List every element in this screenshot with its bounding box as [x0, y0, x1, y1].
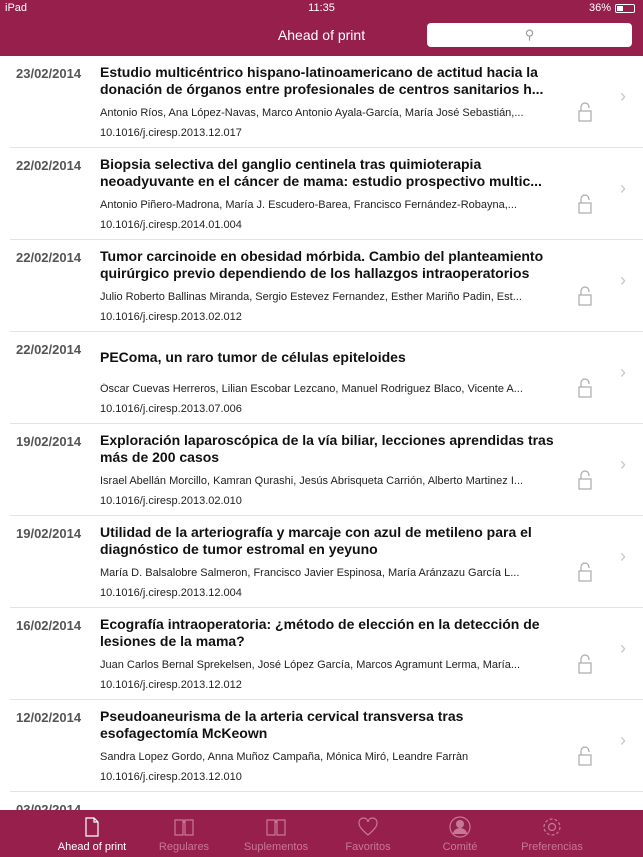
- article-title: Ecografía intraoperatoria: ¿método de el…: [100, 616, 540, 649]
- article-authors: Antonio Piñero-Madrona, María J. Escuder…: [100, 198, 517, 211]
- battery-status: 36%: [589, 2, 635, 14]
- unlocked-icon: [578, 654, 592, 674]
- unlocked-icon: [578, 102, 592, 122]
- article-title: PEComa, un raro tumor de células epitelo…: [100, 348, 406, 365]
- chevron-right-icon: ›: [620, 178, 626, 198]
- article-row[interactable]: 22/02/2014 PEComa, un raro tumor de célu…: [10, 332, 643, 424]
- search-icon: ⚲: [524, 27, 535, 42]
- nav-bar: Ahead of print ⚲: [0, 16, 643, 56]
- article-row[interactable]: 19/02/2014 Utilidad de la arteriografía …: [10, 516, 643, 608]
- chevron-right-icon: ›: [620, 454, 626, 474]
- article-doi: 10.1016/j.ciresp.2014.01.004: [100, 219, 242, 231]
- tab-suplementos[interactable]: Suplementos: [230, 810, 322, 857]
- article-date: 03/02/2014: [16, 802, 82, 810]
- article-list[interactable]: 23/02/2014 Estudio multicéntrico hispano…: [0, 56, 643, 810]
- battery-percent: 36%: [588, 2, 611, 14]
- article-row[interactable]: 16/02/2014 Ecografía intraoperatoria: ¿m…: [10, 608, 643, 700]
- unlocked-icon: [578, 746, 592, 766]
- article-date: 22/02/2014: [16, 250, 82, 265]
- chevron-right-icon: ›: [620, 86, 626, 106]
- article-row[interactable]: 12/02/2014 Pseudoaneurisma de la arteria…: [10, 700, 643, 792]
- book-icon: [174, 819, 194, 836]
- article-doi: 10.1016/j.ciresp.2013.12.012: [100, 679, 242, 691]
- article-authors: Antonio Ríos, Ana López-Navas, Marco Ant…: [100, 106, 524, 119]
- unlocked-icon: [578, 194, 592, 214]
- article-authors: Juan Carlos Bernal Sprekelsen, José Lópe…: [100, 658, 521, 671]
- article-date: 12/02/2014: [16, 710, 82, 725]
- tab-regulares[interactable]: Regulares: [138, 810, 230, 857]
- person-icon: [449, 816, 471, 838]
- article-row[interactable]: 23/02/2014 Estudio multicéntrico hispano…: [10, 56, 643, 148]
- tab-label: Favoritos: [345, 841, 391, 853]
- article-title: Tumor carcinoide en obesidad mórbida. Ca…: [100, 248, 544, 281]
- article-date: 19/02/2014: [16, 526, 82, 541]
- document-icon: [85, 817, 99, 837]
- unlocked-icon: [578, 562, 592, 582]
- article-doi: 10.1016/j.ciresp.2013.07.006: [100, 403, 242, 415]
- chevron-right-icon: ›: [620, 638, 626, 658]
- article-row[interactable]: 22/02/2014 Biopsia selectiva del ganglio…: [10, 148, 643, 240]
- search-input[interactable]: ⚲: [427, 23, 632, 47]
- article-date: 19/02/2014: [16, 434, 82, 449]
- article-date: 23/02/2014: [16, 66, 82, 81]
- article-doi: 10.1016/j.ciresp.2013.12.004: [100, 587, 242, 599]
- article-row[interactable]: 19/02/2014 Exploración laparoscópica de …: [10, 424, 643, 516]
- article-date: 16/02/2014: [16, 618, 82, 633]
- unlocked-icon: [578, 286, 592, 306]
- tab-comit-[interactable]: Comité: [414, 810, 506, 857]
- article-authors: Julio Roberto Ballinas Miranda, Sergio E…: [100, 290, 522, 303]
- clock: 11:35: [308, 2, 335, 14]
- tab-ahead-of-print[interactable]: Ahead of print: [46, 810, 138, 857]
- article-title: Síndrome de hipoglucemia por hiperinsuli…: [100, 800, 560, 811]
- article-title: Utilidad de la arteriografía y marcaje c…: [100, 524, 532, 557]
- article-title: Pseudoaneurisma de la arteria cervical t…: [100, 708, 464, 741]
- article-doi: 10.1016/j.ciresp.2013.02.012: [100, 311, 242, 323]
- battery-icon: [615, 3, 635, 13]
- tab-bar: Ahead of print Regulares Suplementos Favori…: [0, 810, 643, 857]
- tab-favoritos[interactable]: Favoritos: [322, 810, 414, 857]
- article-authors: Óscar Cuevas Herreros, Lilian Escobar Le…: [100, 382, 523, 395]
- article-date: 22/02/2014: [16, 158, 82, 173]
- article-doi: 10.1016/j.ciresp.2013.12.010: [100, 771, 242, 783]
- article-doi: 10.1016/j.ciresp.2013.12.017: [100, 127, 242, 139]
- tab-label: Suplementos: [243, 841, 309, 853]
- article-doi: 10.1016/j.ciresp.2013.02.010: [100, 495, 242, 507]
- chevron-right-icon: ›: [620, 362, 626, 382]
- article-row[interactable]: 03/02/2014 Síndrome de hipoglucemia por …: [10, 792, 643, 810]
- article-title: Exploración laparoscópica de la vía bili…: [100, 432, 554, 465]
- tab-label: Preferencias: [521, 841, 583, 853]
- tab-label: Comité: [442, 841, 478, 853]
- chevron-right-icon: ›: [620, 270, 626, 290]
- article-row[interactable]: 22/02/2014 Tumor carcinoide en obesidad …: [10, 240, 643, 332]
- chevron-right-icon: ›: [620, 546, 626, 566]
- article-authors: Sandra Lopez Gordo, Anna Muñoz Campaña, …: [100, 750, 469, 763]
- tab-label: Regulares: [158, 841, 210, 853]
- gear-icon: [543, 818, 561, 836]
- article-date: 22/02/2014: [16, 342, 82, 357]
- tab-preferencias[interactable]: Preferencias: [506, 810, 598, 857]
- unlocked-icon: [578, 378, 592, 398]
- article-authors: María D. Balsalobre Salmeron, Francisco …: [100, 566, 520, 579]
- article-title: Biopsia selectiva del ganglio centinela …: [100, 156, 542, 189]
- tab-label: Ahead of print: [57, 841, 127, 853]
- status-bar: iPad 11:35 36%: [0, 0, 643, 16]
- book-icon: [266, 819, 286, 836]
- unlocked-icon: [578, 470, 592, 490]
- chevron-right-icon: ›: [620, 730, 626, 750]
- heart-icon: [358, 817, 378, 836]
- article-title: Estudio multicéntrico hispano-latinoamer…: [100, 64, 544, 97]
- article-authors: Israel Abellán Morcillo, Kamran Qurashi,…: [100, 474, 524, 487]
